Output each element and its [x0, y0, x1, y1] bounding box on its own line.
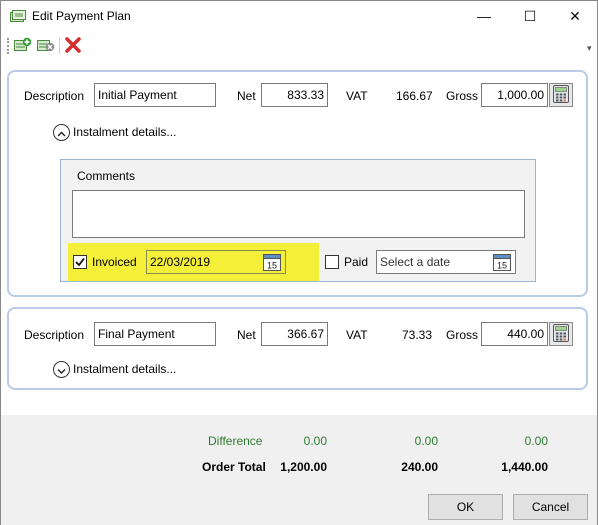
paid-label: Paid	[344, 255, 369, 269]
calendar-icon: 15	[493, 254, 511, 271]
remove-instalment-button[interactable]	[36, 37, 56, 55]
delete-button[interactable]	[63, 36, 83, 56]
invoiced-checkbox[interactable]	[73, 255, 87, 269]
toolbar-overflow-icon[interactable]: ▾	[587, 43, 592, 54]
toolbar-grip	[7, 38, 9, 54]
gross-input[interactable]: 440.00	[481, 322, 548, 346]
vat-value: 73.33	[401, 328, 432, 342]
payment-plan-app-icon	[10, 9, 26, 23]
net-label: Net	[237, 89, 256, 103]
maximize-button[interactable]: ☐	[507, 1, 553, 31]
minimize-icon: —	[477, 8, 491, 24]
instalment-panel: Description Final Payment Net 366.67 VAT…	[7, 307, 588, 390]
order-total-net: 1,200.00	[280, 460, 327, 474]
comments-label: Comments	[77, 169, 136, 183]
calendar-icon: 15	[263, 254, 281, 271]
calculator-icon	[553, 323, 569, 345]
delete-icon	[65, 36, 81, 56]
toolbar-separator	[59, 38, 60, 54]
order-total-label: Order Total	[202, 460, 266, 474]
calculator-button[interactable]	[549, 83, 573, 107]
gross-input[interactable]: 1,000.00	[481, 83, 548, 107]
add-instalment-button[interactable]	[13, 37, 33, 55]
instalments-area: Description Initial Payment Net 833.33 V…	[1, 61, 597, 415]
invoiced-label: Invoiced	[92, 255, 137, 269]
close-icon: ✕	[569, 7, 581, 24]
paid-date-placeholder: Select a date	[380, 255, 451, 269]
difference-label: Difference	[208, 434, 263, 448]
net-label: Net	[237, 328, 256, 342]
gross-label: Gross	[446, 328, 479, 342]
calculator-button[interactable]	[549, 322, 573, 346]
paid-checkbox[interactable]	[325, 255, 339, 269]
comments-input[interactable]	[72, 190, 525, 238]
description-input[interactable]: Initial Payment	[94, 83, 216, 107]
cancel-button[interactable]: Cancel	[513, 494, 588, 520]
edit-payment-plan-dialog: Edit Payment Plan — ☐ ✕ ▾ Description In…	[0, 0, 598, 525]
difference-gross: 0.00	[524, 434, 548, 448]
difference-net: 0.00	[303, 434, 327, 448]
gross-label: Gross	[446, 89, 479, 103]
instalment-panel: Description Initial Payment Net 833.33 V…	[7, 70, 588, 297]
order-total-gross: 1,440.00	[501, 460, 548, 474]
chevron-up-icon	[57, 126, 66, 140]
net-input[interactable]: 366.67	[261, 322, 328, 346]
description-input[interactable]: Final Payment	[94, 322, 216, 346]
vat-label: VAT	[346, 89, 368, 103]
toolbar: ▾	[1, 31, 597, 61]
minimize-button[interactable]: —	[461, 1, 507, 31]
checkmark-icon	[75, 257, 85, 267]
title-bar: Edit Payment Plan — ☐ ✕	[1, 1, 597, 31]
description-label: Description	[24, 328, 85, 342]
window-title: Edit Payment Plan	[32, 9, 131, 23]
paid-calendar-button[interactable]: 15	[492, 252, 512, 272]
net-input[interactable]: 833.33	[261, 83, 328, 107]
instalment-details-toggle[interactable]	[53, 361, 70, 378]
order-total-vat: 240.00	[401, 460, 438, 474]
close-button[interactable]: ✕	[552, 1, 598, 31]
summary-area: Difference 0.00 0.00 0.00 Order Total 1,…	[1, 415, 597, 525]
remove-row-icon	[37, 37, 55, 56]
invoiced-calendar-button[interactable]: 15	[262, 252, 282, 272]
difference-vat: 0.00	[414, 434, 438, 448]
vat-label: VAT	[346, 328, 368, 342]
maximize-icon: ☐	[523, 7, 537, 24]
calendar-day: 15	[267, 261, 277, 271]
vat-value: 166.67	[396, 89, 433, 103]
calculator-icon	[553, 84, 569, 106]
description-label: Description	[24, 89, 85, 103]
invoiced-date-value: 22/03/2019	[150, 255, 211, 269]
ok-button[interactable]: OK	[428, 494, 503, 520]
calendar-day: 15	[497, 261, 507, 271]
chevron-down-icon	[57, 363, 66, 377]
instalment-details-toggle[interactable]	[53, 124, 70, 141]
add-row-icon	[14, 37, 32, 56]
instalment-details-label[interactable]: Instalment details...	[73, 362, 176, 376]
instalment-details-label[interactable]: Instalment details...	[73, 125, 176, 139]
